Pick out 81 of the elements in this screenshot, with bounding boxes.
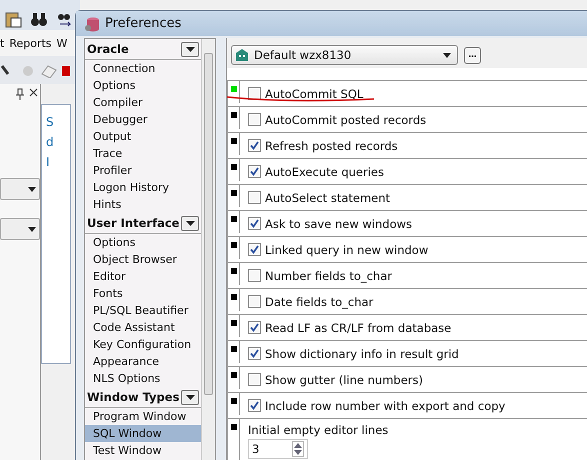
dropdown[interactable] [0, 218, 40, 240]
checkbox[interactable] [248, 139, 261, 152]
collapse-button[interactable] [181, 216, 199, 230]
menu-item[interactable]: W [56, 36, 68, 50]
option-label: Read LF as CR/LF from database [265, 320, 452, 334]
category-item[interactable]: Object Browser [85, 251, 201, 268]
building-icon [234, 47, 250, 63]
option-label: Show gutter (line numbers) [265, 372, 424, 386]
checkbox[interactable] [248, 87, 261, 100]
collapse-button[interactable] [181, 390, 199, 404]
category-item[interactable]: Editor [85, 268, 201, 285]
option-label: Ask to save new windows [265, 216, 412, 230]
option-label: AutoExecute queries [265, 164, 384, 178]
checkbox[interactable] [248, 191, 261, 204]
category-item[interactable]: Fonts [85, 285, 201, 302]
category-item[interactable]: Options [85, 77, 201, 94]
category-item[interactable]: Program Window [85, 408, 201, 425]
option-label: Include row number with export and copy [265, 398, 506, 412]
checkbox[interactable] [248, 347, 261, 360]
category-item[interactable]: Appearance [85, 353, 201, 370]
option-label: AutoSelect statement [265, 190, 390, 204]
group-title: Window Types [87, 390, 180, 404]
group-title: User Interface [87, 216, 180, 230]
category-item[interactable]: Output [85, 128, 201, 145]
option-label: AutoCommit posted records [265, 112, 426, 126]
category-item[interactable]: Logon History [85, 179, 201, 196]
checkbox[interactable] [248, 373, 261, 386]
category-item[interactable]: Connection [85, 60, 201, 77]
checkbox[interactable] [248, 243, 261, 256]
collapse-button[interactable] [181, 42, 199, 56]
checkbox[interactable] [248, 321, 261, 334]
panel-text: I [46, 155, 51, 169]
dropdown[interactable] [0, 178, 40, 200]
checkbox[interactable] [248, 217, 261, 230]
category-item[interactable]: Hints [85, 196, 201, 213]
category-item[interactable]: Test Window [85, 442, 201, 459]
caret-icon [186, 394, 194, 400]
caret-icon [28, 186, 36, 192]
caret-icon [186, 46, 194, 52]
scrollbar[interactable] [201, 39, 215, 460]
category-item[interactable]: Compiler [85, 94, 201, 111]
group-title: Oracle [87, 42, 129, 56]
option-label: Show dictionary info in result grid [265, 346, 459, 360]
window-title: Preferences [105, 16, 182, 31]
caret-icon [28, 226, 36, 232]
checkbox[interactable] [248, 295, 261, 308]
scroll-thumb[interactable] [204, 53, 213, 395]
clipboard-icon[interactable] [4, 10, 22, 28]
checkbox[interactable] [248, 269, 261, 282]
pin-icon[interactable] [15, 88, 25, 100]
category-item[interactable]: Code Assistant [85, 319, 201, 336]
panel-text: d [46, 135, 55, 149]
option-label: Initial empty editor lines [248, 423, 388, 437]
more-button[interactable]: ... [464, 46, 481, 64]
checkbox[interactable] [248, 399, 261, 412]
toolbar-icons-drawing[interactable] [0, 62, 70, 78]
menu-item[interactable]: t [0, 36, 4, 50]
spinner-buttons[interactable] [292, 441, 304, 457]
database-icon [84, 16, 100, 32]
category-item[interactable]: Options [85, 234, 201, 251]
category-item[interactable]: Debugger [85, 111, 201, 128]
category-item[interactable]: Profiler [85, 162, 201, 179]
category-item[interactable]: PL/SQL Beautifier [85, 302, 201, 319]
profile-dropdown[interactable]: Default wzx8130 [231, 45, 458, 65]
binoculars-icon[interactable] [30, 10, 48, 28]
option-label: Refresh posted records [265, 138, 398, 152]
category-item[interactable]: NLS Options [85, 370, 201, 387]
close-icon[interactable] [29, 88, 38, 97]
option-label: Linked query in new window [265, 242, 428, 256]
option-label: Number fields to_char [265, 268, 392, 282]
option-label: AutoCommit SQL [265, 86, 364, 100]
option-label: Date fields to_char [265, 294, 374, 308]
caret-icon [443, 52, 451, 58]
category-item[interactable]: SQL Window [85, 425, 201, 442]
category-item[interactable]: Key Configuration [85, 336, 201, 353]
category-item[interactable]: Trace [85, 145, 201, 162]
menu-item[interactable]: Reports [9, 36, 52, 50]
checkbox[interactable] [248, 165, 261, 178]
panel-text: S [46, 115, 55, 129]
caret-icon [186, 220, 194, 226]
checkbox[interactable] [248, 113, 261, 126]
